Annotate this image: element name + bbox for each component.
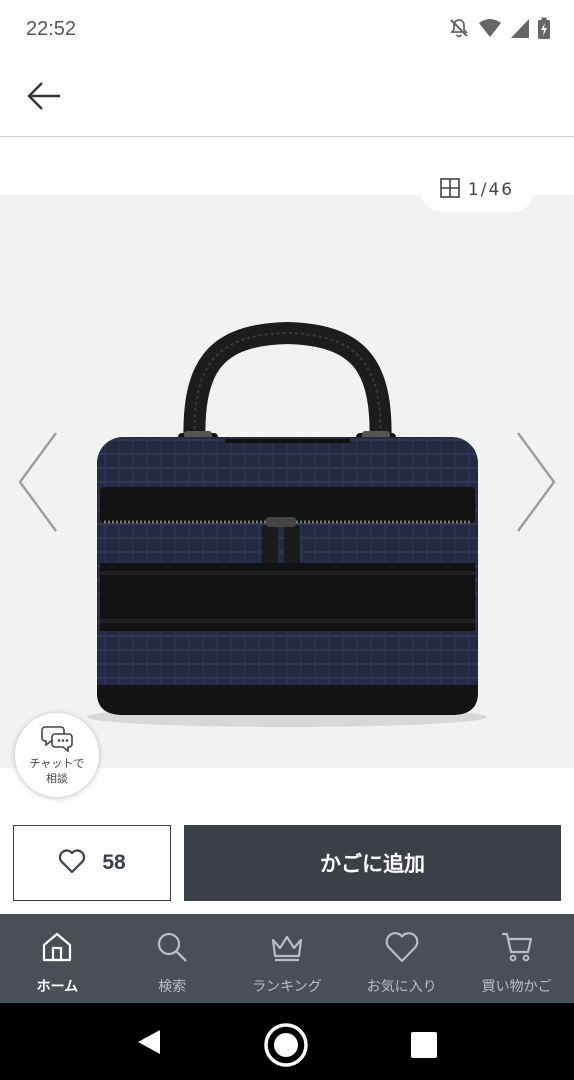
crown-icon <box>269 928 305 966</box>
bottom-nav: ホーム 検索 ランキング お気に入り 買い物かご <box>0 914 574 1003</box>
app-header <box>0 60 574 137</box>
status-bar: 22:52 <box>0 0 574 60</box>
image-counter-text: 1/46 <box>467 180 515 200</box>
nav-item-favorites[interactable]: お気に入り <box>344 914 459 1003</box>
chevron-right-icon <box>512 432 562 541</box>
chat-consult-button[interactable]: チャットで 相談 <box>15 713 99 797</box>
nav-label-favorites: お気に入り <box>366 979 437 995</box>
gallery-prev-button[interactable] <box>12 427 62 537</box>
chat-bubbles-icon <box>41 724 73 756</box>
status-time: 22:52 <box>26 18 77 40</box>
action-bar: 58 かごに追加 <box>0 812 574 914</box>
home-icon <box>40 928 74 966</box>
search-icon <box>155 928 189 966</box>
triangle-back-icon <box>134 1030 164 1061</box>
nav-item-search[interactable]: 検索 <box>115 914 230 1003</box>
heart-icon <box>58 848 86 878</box>
nav-label-ranking: ランキング <box>252 979 322 995</box>
heart-icon <box>384 928 420 966</box>
nav-label-home: ホーム <box>36 979 79 995</box>
circle-home-icon <box>263 1023 309 1072</box>
gallery-next-button[interactable] <box>512 427 562 537</box>
nav-item-home[interactable]: ホーム <box>0 914 115 1003</box>
system-recents-button[interactable] <box>411 1032 437 1058</box>
signal-icon <box>510 17 530 39</box>
nav-label-cart: 買い物かご <box>481 979 552 995</box>
arrow-left-icon <box>26 81 62 115</box>
system-nav-bar <box>0 1003 574 1080</box>
system-back-button[interactable] <box>134 1027 164 1057</box>
image-counter[interactable]: 1/46 <box>420 168 534 212</box>
system-home-button[interactable] <box>263 1022 309 1068</box>
wifi-icon <box>478 17 502 39</box>
grid-icon <box>440 178 460 202</box>
status-icons <box>448 17 550 39</box>
favorite-button[interactable]: 58 <box>13 825 171 901</box>
chat-label: チャットで 相談 <box>22 756 92 786</box>
cart-icon <box>499 928 535 966</box>
battery-charging-icon <box>538 17 550 39</box>
nav-label-search: 検索 <box>158 979 187 995</box>
product-gallery[interactable] <box>0 195 574 768</box>
favorite-count: 58 <box>102 851 126 874</box>
chevron-left-icon <box>12 432 62 541</box>
back-button[interactable] <box>22 78 66 118</box>
nav-item-cart[interactable]: 買い物かご <box>459 914 574 1003</box>
notifications-off-icon <box>448 17 470 39</box>
product-image <box>87 321 487 727</box>
chat-label-line2: 相談 <box>46 772 68 785</box>
chat-label-line1: チャットで <box>29 757 85 770</box>
add-to-cart-button[interactable]: かごに追加 <box>184 825 561 901</box>
nav-item-ranking[interactable]: ランキング <box>230 914 345 1003</box>
